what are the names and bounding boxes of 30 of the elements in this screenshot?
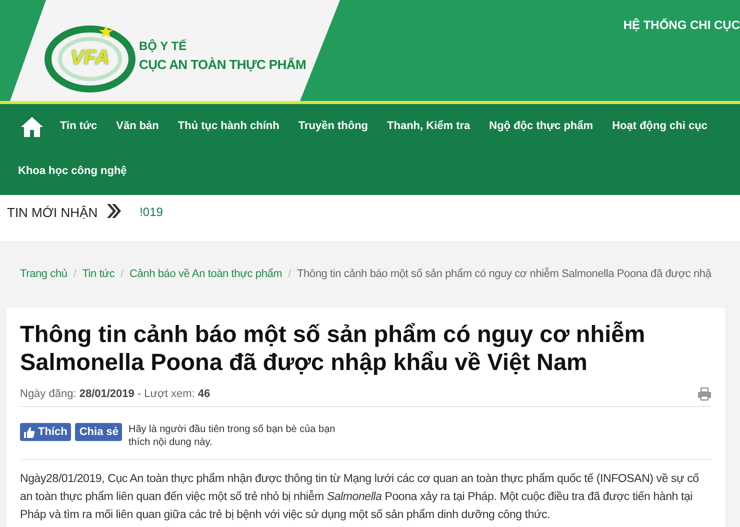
breadcrumb-link[interactable]: Tin tức: [82, 266, 115, 282]
breadcrumb-link[interactable]: Trang chủ: [20, 266, 68, 282]
nav-item[interactable]: Tin tức: [60, 104, 98, 149]
breadcrumb-link[interactable]: Thông tin cảnh báo một số sản phẩm có nguy cơ nhiễm Salmonella Poona đã được nhậ: [296, 266, 712, 282]
agency-name: CỤC AN TOÀN THỰC PHẨM: [139, 56, 306, 74]
ticker-text: !019: [140, 204, 163, 221]
post-meta: Ngày đăng: 28/01/2019 - Lượt xem: 46: [20, 386, 210, 402]
nav-item[interactable]: Hoạt động chi cục: [612, 104, 708, 149]
nav-item[interactable]: Thanh, Kiểm tra: [387, 104, 470, 149]
nav-item[interactable]: Văn bản: [116, 104, 159, 149]
nav-item[interactable]: Truyền thông: [298, 104, 368, 149]
thumbs-up-icon: [24, 426, 35, 438]
breadcrumb-link[interactable]: Cảnh báo về An toàn thực phẩm: [130, 266, 282, 282]
social-text: Hãy là người đầu tiên trong số bạn bè của bạn thích nội dung này.: [128, 423, 336, 449]
share-button[interactable]: Chia sẻ: [75, 423, 122, 441]
article-paragraph: Ngày28/01/2019, Cục An toàn thực phẩm nhận được thông tin từ Mạng lưới các cơ quan an toàn thực phẩm quốc tế (INFOSAN) về sự cố an toàn thực phẩm liên quan đến việc một số trẻ nhỏ bị nhiễm Salmonella Poona xảy ra tại Pháp. Một cuộc điều tra đã được tiến hành tại Pháp và tìm ra mối liên quan giữa các trẻ bị bệnh với việc sử dụng một số sản phẩm dinh dưỡng công thức.: [20, 472, 700, 523]
print-icon[interactable]: [697, 386, 712, 401]
article-title: Thông tin cảnh báo một số sản phẩm có nguy cơ nhiễm Salmonella Poona đã được nhập khẩu về Việt Nam: [20, 320, 646, 376]
breadcrumb-separator: /: [288, 267, 291, 282]
ticker-label: TIN MỚI NHẬN: [7, 204, 98, 222]
breadcrumb-separator: /: [73, 267, 76, 282]
breadcrumb-separator: /: [120, 267, 124, 282]
nav-item[interactable]: Ngộ độc thực phẩm: [489, 104, 594, 149]
logo-lettering: VFA: [70, 46, 110, 70]
nav-item[interactable]: Thủ tục hành chính: [178, 104, 280, 149]
like-button[interactable]: Thích: [20, 423, 72, 441]
nav-item[interactable]: Khoa học công nghệ: [18, 149, 127, 194]
top-link[interactable]: HỆ THỐNG CHI CỤC: [623, 16, 740, 34]
ministry-name: BỘ Y TẾ: [139, 38, 188, 55]
double-chevron-icon: [106, 203, 122, 219]
